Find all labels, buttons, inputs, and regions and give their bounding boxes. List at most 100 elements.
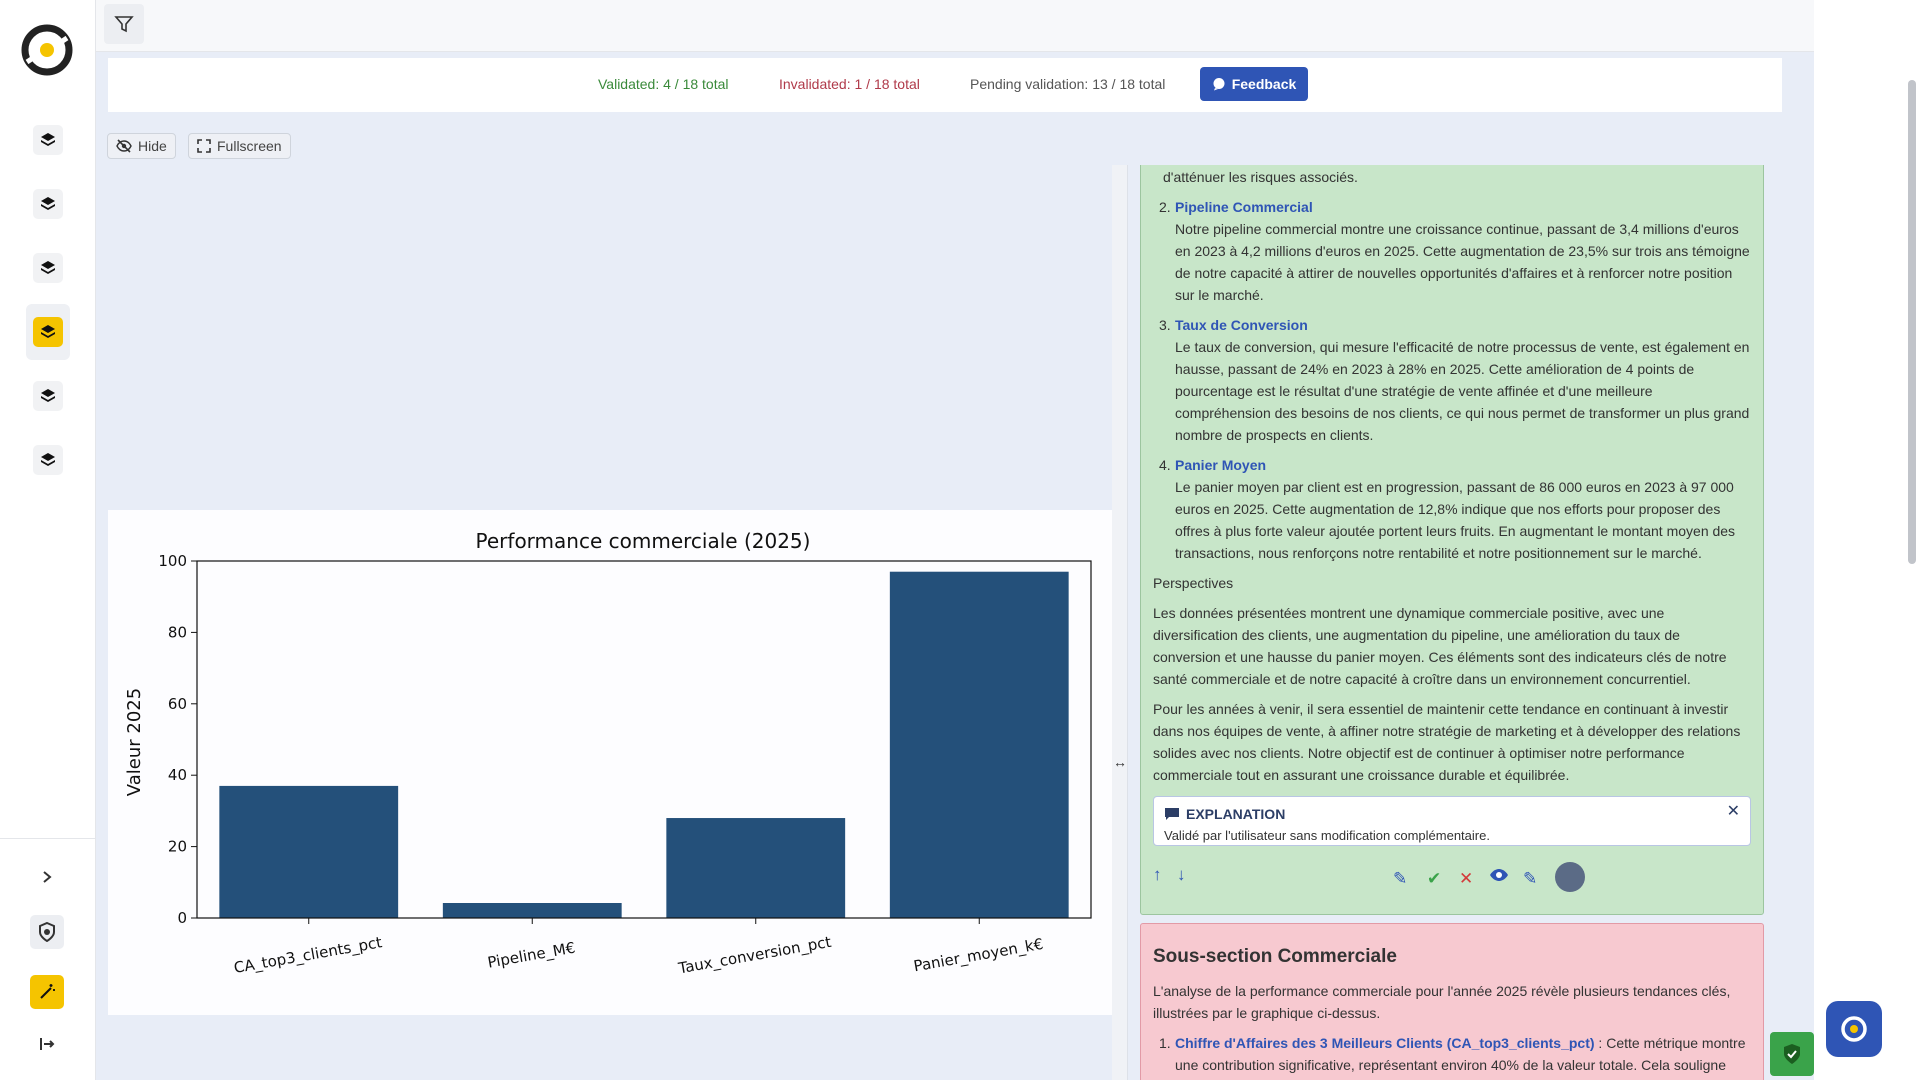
shield-status-button[interactable] xyxy=(1770,1032,1814,1076)
annotate-icon[interactable]: ✎ xyxy=(1523,868,1537,890)
list-number: 3. xyxy=(1159,317,1171,333)
list-item-title: Pipeline Commercial xyxy=(1175,199,1313,215)
feedback-label: Feedback xyxy=(1231,76,1297,92)
list-item-title: Panier Moyen xyxy=(1175,457,1267,473)
validated-count: Validated: 4 / 18 total xyxy=(598,76,729,92)
page-scrollbar[interactable] xyxy=(1908,80,1916,564)
logout-icon xyxy=(40,1038,55,1050)
eye-icon xyxy=(1490,869,1508,881)
move-down-icon[interactable]: ↓ xyxy=(1177,864,1186,886)
layers-icon xyxy=(41,325,55,338)
fullscreen-button[interactable]: Fullscreen xyxy=(188,133,291,159)
sidebar-item-5[interactable] xyxy=(26,374,70,418)
feedback-button[interactable]: Feedback xyxy=(1200,67,1308,101)
sidebar-item-2[interactable] xyxy=(26,182,70,226)
sidebar xyxy=(0,0,96,1080)
list-item-text: Le taux de conversion, qui mesure l'effi… xyxy=(1175,339,1750,443)
logout-button[interactable] xyxy=(30,1027,64,1061)
app-logo[interactable] xyxy=(19,22,75,78)
view-eye-icon[interactable] xyxy=(1489,866,1509,888)
explanation-title: EXPLANATION xyxy=(1186,806,1286,822)
sidebar-item-1[interactable] xyxy=(26,118,70,162)
perspectives-heading: Perspectives xyxy=(1153,575,1234,591)
list-item-title: Chiffre d'Affaires des 3 Meilleurs Clien… xyxy=(1175,1035,1595,1051)
list-item-text: Notre pipeline commercial montre une cro… xyxy=(1175,221,1750,303)
section-actions: ↑ ↓ ✎ ✔ ✕ ✎ xyxy=(1153,860,1751,900)
validate-check-icon[interactable]: ✔ xyxy=(1427,868,1441,890)
eye-slash-icon xyxy=(116,139,132,153)
pending-count: Pending validation: 13 / 18 total xyxy=(970,76,1166,92)
panel-splitter[interactable] xyxy=(1112,165,1128,1080)
section-intro: L'analyse de la performance commerciale … xyxy=(1153,983,1731,1021)
expand-sidebar-button[interactable] xyxy=(30,860,64,894)
sidebar-item-4-active[interactable] xyxy=(26,304,70,360)
y-tick-label: 40 xyxy=(168,766,187,784)
layers-icon xyxy=(41,261,55,274)
bar-Taux_conversion_pct xyxy=(666,818,846,918)
list-item: 2. Pipeline Commercial Notre pipeline co… xyxy=(1159,196,1751,306)
explanation-header: EXPLANATION xyxy=(1164,803,1740,825)
layers-icon xyxy=(41,453,55,466)
y-tick-label: 0 xyxy=(177,909,187,927)
filter-button[interactable] xyxy=(104,4,144,44)
bar-Panier_moyen_k€ xyxy=(889,571,1069,918)
resize-handle-icon[interactable]: ↔ xyxy=(1113,754,1127,770)
chart-panel: Performance commerciale (2025) Valeur 20… xyxy=(108,510,1112,1015)
chevron-right-icon xyxy=(43,871,52,883)
fullscreen-label: Fullscreen xyxy=(217,138,282,154)
move-up-icon[interactable]: ↑ xyxy=(1153,864,1162,886)
layers-icon xyxy=(41,389,55,402)
explanation-body: Validé par l'utilisateur sans modificati… xyxy=(1164,828,1490,843)
y-tick-label: 60 xyxy=(168,695,187,713)
sidebar-item-6[interactable] xyxy=(26,438,70,482)
assistant-logo-icon xyxy=(1841,1016,1867,1042)
bar-chart: Performance commerciale (2025) Valeur 20… xyxy=(124,529,1092,979)
hide-label: Hide xyxy=(138,138,167,154)
document-panel: d'atténuer les risques associés. 2. Pipe… xyxy=(1128,165,1780,1080)
chart-title: Performance commerciale (2025) xyxy=(476,529,811,553)
y-tick-label: 80 xyxy=(168,623,187,641)
perspectives-paragraph-1: Les données présentées montrent une dyna… xyxy=(1153,605,1727,687)
sidebar-divider xyxy=(0,838,96,839)
sidebar-item-3[interactable] xyxy=(26,246,70,290)
security-button[interactable] xyxy=(30,915,64,949)
filter-icon xyxy=(114,16,134,33)
list-item-title: Taux de Conversion xyxy=(1175,317,1308,333)
chart-y-axis-label: Valeur 2025 xyxy=(124,688,145,796)
list-number: 4. xyxy=(1159,457,1171,473)
close-icon[interactable]: ✕ xyxy=(1727,801,1740,823)
comment-icon xyxy=(1165,808,1179,820)
shield-check-icon xyxy=(1784,1044,1800,1064)
intro-tail-text: d'atténuer les risques associés. xyxy=(1163,169,1358,185)
list-number: 2. xyxy=(1159,199,1171,215)
edit-icon[interactable]: ✎ xyxy=(1393,868,1407,890)
section-title: Sous-section Commerciale xyxy=(1153,946,1397,967)
list-item: 3. Taux de Conversion Le taux de convers… xyxy=(1159,314,1751,446)
metrics-list: 2. Pipeline Commercial Notre pipeline co… xyxy=(1153,196,1751,564)
explanation-box: EXPLANATION Validé par l'utilisateur san… xyxy=(1153,796,1751,846)
x-tick-label: Panier_moyen_k€ xyxy=(912,935,1045,977)
invalidated-count: Invalidated: 1 / 18 total xyxy=(779,76,920,92)
top-bar xyxy=(96,0,1814,52)
y-tick-label: 100 xyxy=(158,552,187,570)
invalidate-x-icon[interactable]: ✕ xyxy=(1459,868,1473,890)
hide-button[interactable]: Hide xyxy=(107,133,176,159)
user-avatar[interactable] xyxy=(1555,862,1585,892)
layers-icon xyxy=(41,197,55,210)
validated-section-card: d'atténuer les risques associés. 2. Pipe… xyxy=(1140,165,1764,915)
validation-status-bar: Validated: 4 / 18 total Invalidated: 1 /… xyxy=(108,58,1782,112)
perspectives-paragraph-2: Pour les années à venir, il sera essenti… xyxy=(1153,701,1741,783)
list-number: 1. xyxy=(1159,1035,1171,1051)
layers-icon xyxy=(41,133,55,146)
x-tick-label: Pipeline_M€ xyxy=(486,939,577,973)
y-tick-label: 20 xyxy=(168,838,187,856)
shield-icon xyxy=(39,922,55,942)
bar-CA_top3_clients_pct xyxy=(219,785,399,918)
expand-icon xyxy=(197,139,211,153)
list-item: 4. Panier Moyen Le panier moyen par clie… xyxy=(1159,454,1751,564)
magic-wand-button[interactable] xyxy=(30,975,64,1009)
chat-bubble-icon xyxy=(1213,78,1225,91)
assistant-chat-button[interactable] xyxy=(1826,1001,1882,1057)
right-gutter xyxy=(1814,0,1920,1080)
x-tick-label: Taux_conversion_pct xyxy=(676,933,833,979)
